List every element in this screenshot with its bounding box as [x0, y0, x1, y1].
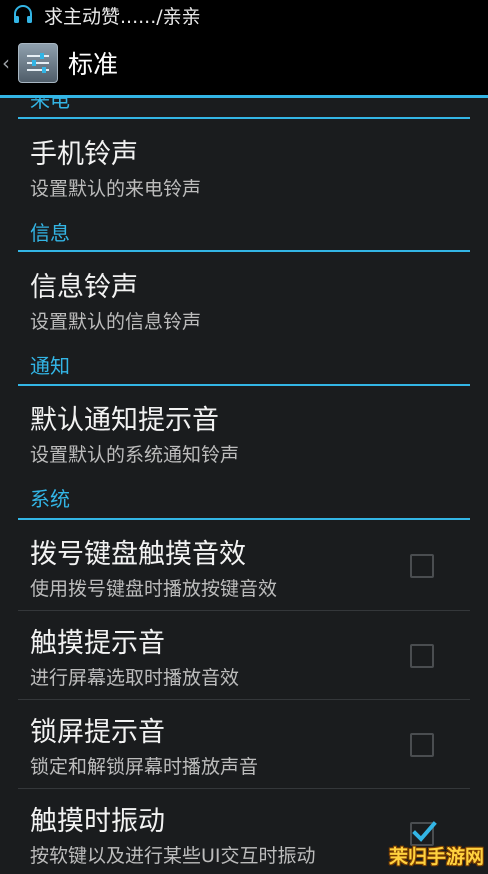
watermark-logo: 茉归手游网	[388, 846, 484, 868]
settings-sliders-icon[interactable]	[18, 43, 58, 83]
item-summary: 锁定和解锁屏幕时播放声音	[30, 756, 259, 778]
dialpad-tones-checkbox[interactable]	[410, 554, 434, 578]
item-title: 锁屏提示音	[30, 717, 165, 748]
action-bar: ‹ 标准	[0, 30, 488, 96]
item-title: 默认通知提示音	[30, 405, 219, 436]
notification-text: 求主动赞....../亲亲	[44, 5, 201, 28]
item-title: 拨号键盘触摸音效	[30, 539, 246, 570]
section-header-messages: 信息	[30, 221, 70, 245]
chevron-left-icon[interactable]: ‹	[2, 51, 14, 75]
item-title: 触摸时振动	[30, 806, 165, 837]
row-divider	[18, 610, 470, 611]
row-divider	[18, 699, 470, 700]
item-summary: 设置默认的来电铃声	[30, 178, 202, 200]
item-title: 信息铃声	[30, 272, 138, 303]
section-divider	[18, 384, 470, 386]
item-summary: 按软键以及进行某些UI交互时振动	[30, 845, 316, 867]
section-header-notify: 通知	[30, 354, 70, 378]
section-header-incoming: 来电	[30, 98, 70, 112]
touch-sounds-checkbox[interactable]	[410, 644, 434, 668]
row-divider	[18, 788, 470, 789]
status-bar: 求主动赞....../亲亲	[0, 0, 488, 30]
section-divider	[18, 518, 470, 520]
item-title: 手机铃声	[30, 139, 138, 170]
lock-sound-checkbox[interactable]	[410, 733, 434, 757]
item-summary: 设置默认的系统通知铃声	[30, 444, 240, 466]
section-header-system: 系统	[30, 487, 70, 511]
item-title: 触摸提示音	[30, 628, 165, 659]
item-summary: 进行屏幕选取时播放音效	[30, 667, 240, 689]
page-title: 标准	[68, 50, 119, 79]
section-divider	[18, 250, 470, 252]
section-divider	[18, 117, 470, 119]
headset-icon	[14, 5, 32, 23]
settings-list[interactable]: 来电 手机铃声 设置默认的来电铃声 信息 信息铃声 设置默认的信息铃声 通知 默…	[0, 98, 488, 874]
item-summary: 使用拨号键盘时播放按键音效	[30, 578, 278, 600]
item-summary: 设置默认的信息铃声	[30, 311, 202, 333]
